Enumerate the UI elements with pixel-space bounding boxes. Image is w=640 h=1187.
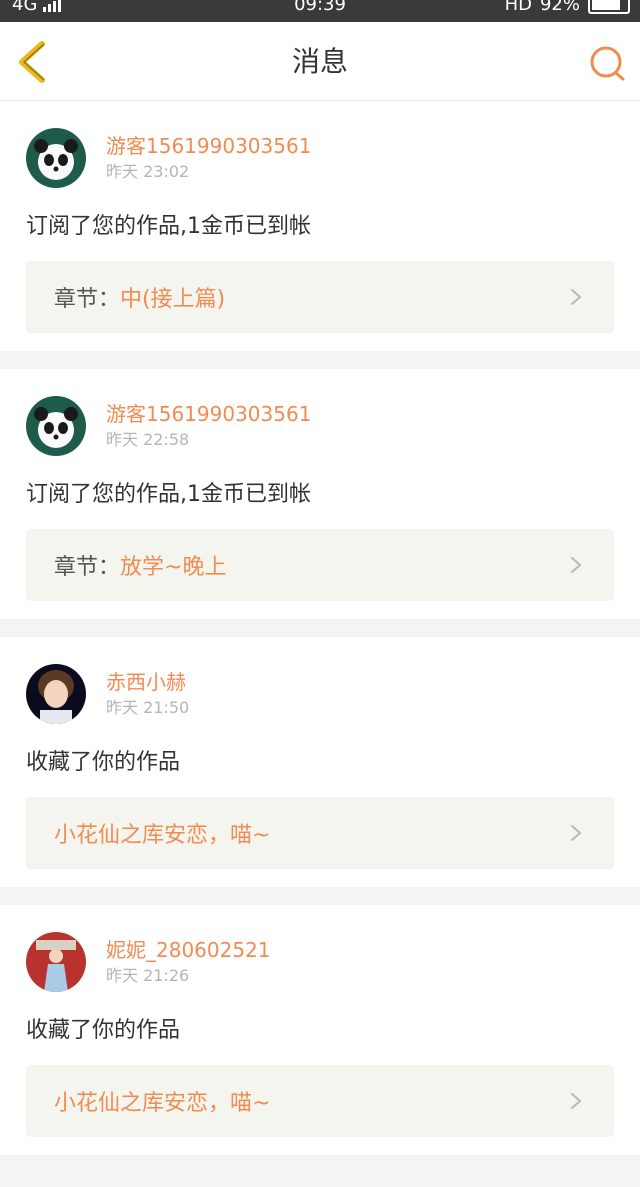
link-value: 小花仙之库安恋，喵~ — [54, 823, 271, 848]
status-right: HD 92% — [505, 0, 630, 16]
search-button[interactable] — [588, 44, 628, 84]
hd-indicator: HD — [504, 0, 532, 15]
timestamp: 昨天 23:02 — [106, 162, 190, 181]
person-avatar-icon — [26, 664, 86, 724]
username[interactable]: 妮妮_280602521 — [106, 936, 271, 964]
message-text: 订阅了您的作品,1金币已到帐 — [26, 214, 311, 239]
avatar[interactable] — [26, 932, 86, 992]
status-bar: 4G 09:39 HD 92% — [0, 0, 640, 22]
search-icon — [590, 46, 625, 81]
work-link[interactable]: 小花仙之库安恋，喵~ — [26, 797, 614, 869]
message-meta: 妮妮_280602521 昨天 21:26 — [106, 936, 271, 988]
message-card: 妮妮_280602521 昨天 21:26 收藏了你的作品 小花仙之库安恋，喵~ — [0, 905, 640, 1155]
chevron-right-icon — [571, 289, 581, 305]
nav-bar: 消息 — [0, 22, 640, 101]
page-title: 消息 — [291, 45, 348, 78]
battery-icon — [588, 0, 630, 14]
link-value: 放学~晚上 — [120, 555, 227, 580]
work-link[interactable]: 章节： 放学~晚上 — [26, 529, 614, 601]
battery-percent: 92% — [539, 0, 580, 15]
username[interactable]: 赤西小赫 — [106, 668, 189, 696]
message-meta: 赤西小赫 昨天 21:50 — [106, 668, 189, 720]
link-label: 章节： — [54, 555, 121, 580]
message-header: 游客1561990303561 昨天 23:02 — [26, 125, 614, 191]
avatar[interactable] — [26, 664, 86, 724]
link-value: 小花仙之库安恋，喵~ — [54, 1091, 271, 1116]
panda-avatar-icon — [26, 128, 86, 188]
message-list: 游客1561990303561 昨天 23:02 订阅了您的作品,1金币已到帐 … — [0, 101, 640, 1173]
chevron-right-icon — [571, 825, 581, 841]
work-link[interactable]: 小花仙之库安恋，喵~ — [26, 1065, 614, 1137]
chevron-right-icon — [571, 1093, 581, 1109]
message-card: 赤西小赫 昨天 21:50 收藏了你的作品 小花仙之库安恋，喵~ — [0, 637, 640, 887]
message-text: 订阅了您的作品,1金币已到帐 — [26, 482, 311, 507]
person-avatar-icon — [26, 932, 86, 992]
work-link[interactable]: 章节： 中(接上篇) — [26, 261, 614, 333]
message-text: 收藏了你的作品 — [26, 1018, 181, 1043]
username[interactable]: 游客1561990303561 — [106, 400, 311, 428]
message-header: 妮妮_280602521 昨天 21:26 — [26, 929, 614, 995]
message-meta: 游客1561990303561 昨天 22:58 — [106, 400, 311, 452]
link-label: 章节： — [54, 287, 121, 312]
avatar[interactable] — [26, 128, 86, 188]
message-header: 赤西小赫 昨天 21:50 — [26, 661, 614, 727]
timestamp: 昨天 21:50 — [106, 698, 190, 717]
message-text: 收藏了你的作品 — [26, 750, 181, 775]
message-meta: 游客1561990303561 昨天 23:02 — [106, 132, 311, 184]
panda-avatar-icon — [26, 396, 86, 456]
chevron-right-icon — [571, 557, 581, 573]
avatar[interactable] — [26, 396, 86, 456]
message-header: 游客1561990303561 昨天 22:58 — [26, 393, 614, 459]
username[interactable]: 游客1561990303561 — [106, 132, 311, 160]
link-value: 中(接上篇) — [120, 287, 226, 312]
timestamp: 昨天 22:58 — [106, 430, 190, 449]
message-card: 游客1561990303561 昨天 23:02 订阅了您的作品,1金币已到帐 … — [0, 101, 640, 351]
timestamp: 昨天 21:26 — [106, 966, 190, 985]
message-card: 游客1561990303561 昨天 22:58 订阅了您的作品,1金币已到帐 … — [0, 369, 640, 619]
